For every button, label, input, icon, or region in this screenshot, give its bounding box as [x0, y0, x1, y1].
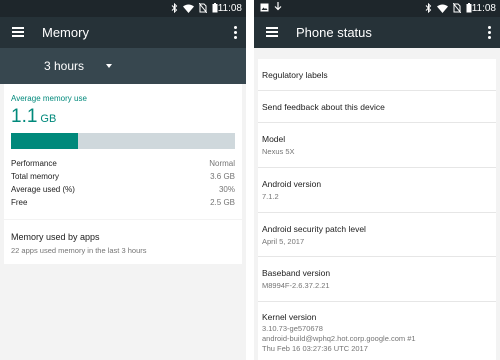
download-icon [274, 2, 282, 15]
average-memory-value: 1.1 GB [11, 106, 56, 128]
list-item-subtitle: 7.1.2 [262, 192, 279, 201]
hamburger-menu-icon[interactable] [12, 27, 24, 37]
stat-row: Performance Normal [11, 157, 235, 170]
memory-usage-fill [11, 133, 79, 149]
stat-label: Performance [11, 159, 57, 168]
no-sim-icon [198, 2, 208, 16]
phone-status-list: Regulatory labels Send feedback about th… [258, 59, 496, 360]
stat-row: Average used (%) 30% [11, 183, 235, 196]
page-title: Phone status [296, 25, 372, 40]
list-item-model: Model Nexus 5X [258, 123, 496, 168]
status-bar: 11:08 [254, 0, 500, 17]
stat-value: 2.5 GB [210, 198, 235, 207]
status-icons [171, 2, 218, 16]
more-options-icon[interactable] [488, 26, 491, 41]
stat-value: 3.6 GB [210, 172, 235, 181]
stat-row: Free 2.5 GB [11, 196, 235, 209]
status-bar: 11:08 [0, 0, 246, 17]
apps-memory-title: Memory used by apps [11, 232, 100, 242]
list-item-title: Android security patch level [262, 224, 366, 234]
bluetooth-icon [171, 2, 178, 16]
clock: 11:08 [217, 3, 242, 14]
list-item-subtitle: 3.10.73-ge570678 android-build@wphq2.hot… [262, 324, 416, 353]
list-item-title: Model [262, 134, 286, 144]
app-bar: Memory [0, 17, 246, 48]
stat-label: Free [11, 198, 28, 207]
list-item-send-feedback[interactable]: Send feedback about this device [258, 91, 496, 123]
stat-label: Average used (%) [11, 185, 75, 194]
notification-icons [260, 2, 282, 15]
more-options-icon[interactable] [234, 26, 237, 41]
page-title: Memory [42, 25, 89, 40]
bluetooth-icon [425, 2, 432, 16]
app-bar: Phone status [254, 17, 500, 48]
list-item-baseband-version: Baseband version M8994F-2.6.37.2.21 [258, 257, 496, 302]
list-item-title: Regulatory labels [262, 70, 328, 80]
list-item-title: Baseband version [262, 268, 331, 278]
apps-memory-subtitle: 22 apps used memory in the last 3 hours [11, 246, 147, 255]
average-memory-unit: GB [40, 113, 57, 125]
hamburger-menu-icon[interactable] [266, 27, 278, 37]
list-item-title: Send feedback about this device [262, 102, 385, 112]
list-item-title: Android version [262, 179, 322, 189]
dropdown-arrow-icon [106, 64, 113, 68]
phone-status-screen: 11:08 Phone status Regulatory labels Sen… [254, 0, 500, 360]
status-icons [425, 2, 472, 16]
list-item-title: Kernel version [262, 312, 317, 322]
memory-summary-card: Average memory use 1.1 GB Performance Nor… [4, 84, 242, 219]
memory-stats: Performance Normal Total memory 3.6 GB A… [11, 157, 235, 209]
period-dropdown[interactable]: 3 hours [44, 59, 113, 73]
average-memory-label: Average memory use [11, 94, 87, 103]
stat-row: Total memory 3.6 GB [11, 170, 235, 183]
list-item-regulatory-labels[interactable]: Regulatory labels [258, 59, 496, 91]
memory-usage-bar [11, 133, 235, 149]
image-icon [260, 3, 269, 15]
stat-label: Total memory [11, 172, 60, 181]
stat-value: Normal [209, 159, 235, 168]
clock: 11:08 [471, 3, 496, 14]
wifi-icon [437, 4, 448, 16]
memory-screen: 11:08 Memory 3 hours Average memory use … [0, 0, 246, 360]
stat-value: 30% [218, 185, 235, 194]
list-item-android-version[interactable]: Android version 7.1.2 [258, 168, 496, 213]
wifi-icon [183, 4, 194, 16]
list-item-security-patch: Android security patch level April 5, 20… [258, 213, 496, 257]
list-item-subtitle: April 5, 2017 [262, 237, 305, 246]
period-bar: 3 hours [0, 48, 246, 84]
average-memory-number: 1.1 [11, 106, 38, 127]
list-item-subtitle: Nexus 5X [262, 147, 295, 156]
list-item-subtitle: M8994F-2.6.37.2.21 [262, 281, 330, 290]
memory-used-by-apps-item[interactable]: Memory used by apps 22 apps used memory … [4, 220, 242, 264]
list-item-kernel-version: Kernel version 3.10.73-ge570678 android-… [258, 302, 496, 360]
period-selected: 3 hours [44, 59, 85, 73]
no-sim-icon [452, 2, 462, 16]
